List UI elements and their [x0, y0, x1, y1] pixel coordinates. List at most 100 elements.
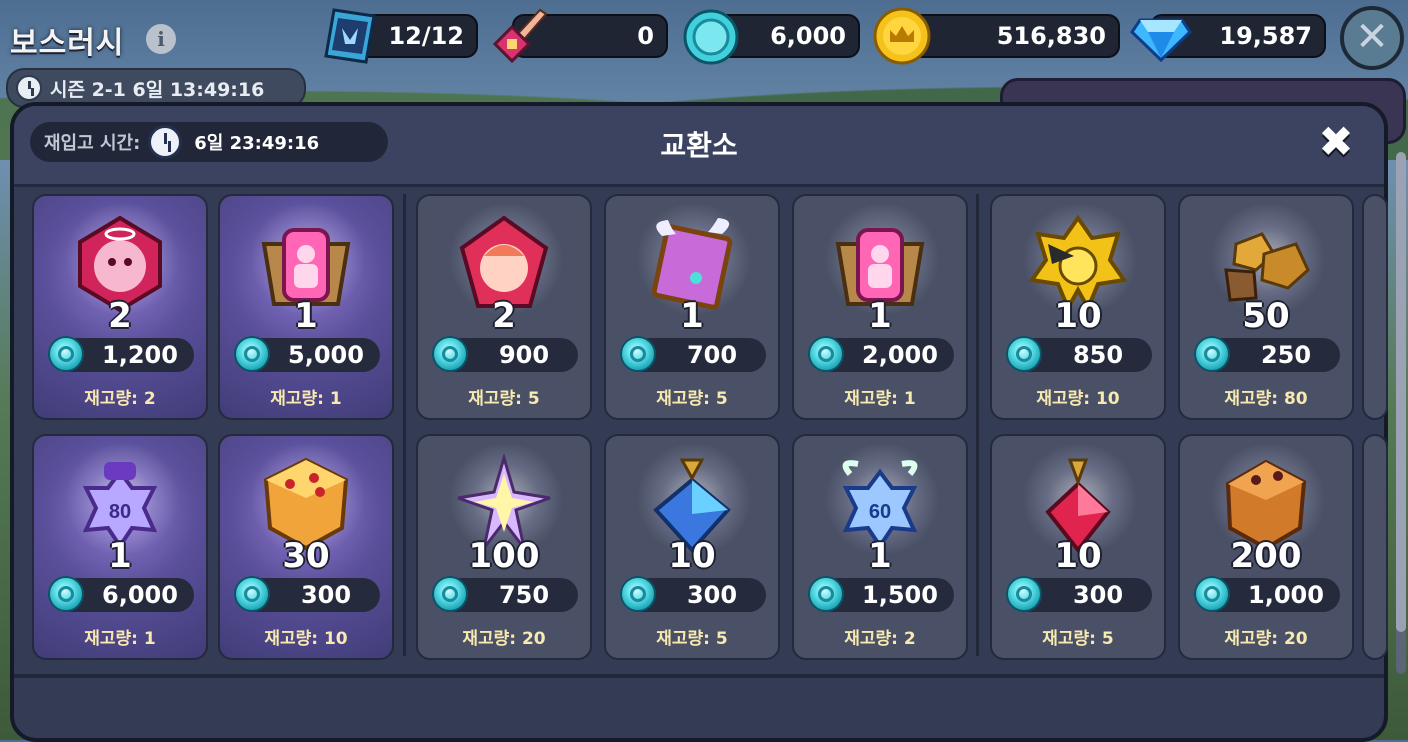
item-price: 900 — [498, 341, 550, 369]
price-tag: 1,500 — [808, 576, 954, 612]
price-tag: 1,200 — [48, 336, 194, 372]
modal-footer-divider — [14, 674, 1384, 678]
item-price: 300 — [1072, 581, 1124, 609]
price-tag: 300 — [1006, 576, 1152, 612]
item-price: 1,000 — [1248, 581, 1324, 609]
price-tag: 700 — [620, 336, 766, 372]
item-stock: 재고량: 80 — [1224, 389, 1308, 409]
item-stock: 재고량: 1 — [844, 389, 916, 409]
section-divider — [403, 194, 406, 656]
price-tag: 5,000 — [234, 336, 380, 372]
cyan-coin-icon — [1006, 336, 1042, 372]
item-stock: 재고량: 5 — [468, 389, 540, 409]
item-quantity: 1 — [680, 296, 704, 336]
item-quantity: 1 — [868, 296, 892, 336]
cyan-coin-icon — [432, 336, 468, 372]
item-price: 300 — [686, 581, 738, 609]
shop-item-card[interactable]: 10 850 재고량: 10 — [990, 194, 1166, 420]
price-tag: 300 — [234, 576, 380, 612]
diamond-icon — [1130, 18, 1192, 62]
shop-item-card[interactable]: 1 700 재고량: 5 — [604, 194, 780, 420]
item-stock: 재고량: 1 — [270, 389, 342, 409]
cyan-coin-icon — [48, 336, 84, 372]
shop-item-card[interactable]: 1 2,000 재고량: 1 — [792, 194, 968, 420]
shop-item-card[interactable]: 30 300 재고량: 10 — [218, 434, 394, 660]
resource-value: 0 — [637, 22, 654, 50]
price-tag: 900 — [432, 336, 578, 372]
item-quantity: 1 — [108, 536, 132, 576]
shop-item-card[interactable]: 50 250 재고량: 80 — [1178, 194, 1354, 420]
item-quantity: 1 — [868, 536, 892, 576]
modal-title: 교환소 — [660, 129, 738, 162]
price-tag: 750 — [432, 576, 578, 612]
modal-close-button[interactable]: ✖ — [1314, 120, 1358, 164]
item-stock: 재고량: 10 — [264, 629, 348, 649]
shop-item-card[interactable]: 100 750 재고량: 20 — [416, 434, 592, 660]
shop-item-card[interactable]: 2 900 재고량: 5 — [416, 194, 592, 420]
cyan-coin-icon — [808, 576, 844, 612]
item-quantity: 200 — [1230, 536, 1302, 576]
shop-item-card[interactable]: 2 1,200 재고량: 2 — [32, 194, 208, 420]
shop-item-card-partial[interactable] — [1362, 194, 1388, 420]
shop-item-card[interactable]: 200 1,000 재고량: 20 — [1178, 434, 1354, 660]
resource-value: 6,000 — [770, 22, 846, 50]
item-quantity: 10 — [1054, 296, 1102, 336]
item-price: 850 — [1072, 341, 1124, 369]
item-price: 1,200 — [102, 341, 178, 369]
resource-value: 12/12 — [388, 22, 464, 50]
item-quantity: 50 — [1242, 296, 1290, 336]
svg-text:80: 80 — [109, 501, 131, 523]
cyan-coin-icon — [1194, 336, 1230, 372]
cyan-coin-icon — [683, 9, 739, 65]
shop-item-card[interactable]: 10 300 재고량: 5 — [604, 434, 780, 660]
cyan-coin-icon — [234, 336, 270, 372]
item-price: 1,500 — [862, 581, 938, 609]
item-stock: 재고량: 1 — [84, 629, 156, 649]
item-quantity: 30 — [282, 536, 330, 576]
price-tag: 850 — [1006, 336, 1152, 372]
season-text: 시즌 2-1 6일 13:49:16 — [50, 78, 265, 101]
shop-item-card[interactable]: 10 300 재고량: 5 — [990, 434, 1166, 660]
close-button[interactable]: ✕ — [1340, 6, 1404, 70]
clock-icon — [16, 75, 42, 101]
close-icon: ✖ — [1318, 117, 1354, 166]
price-tag: 1,000 — [1194, 576, 1340, 612]
shop-item-card[interactable]: 1 5,000 재고량: 1 — [218, 194, 394, 420]
item-stock: 재고량: 20 — [1224, 629, 1308, 649]
scrollbar-thumb[interactable] — [1396, 152, 1406, 632]
resource-value: 516,830 — [996, 22, 1106, 50]
item-quantity: 100 — [468, 536, 540, 576]
item-price: 5,000 — [288, 341, 364, 369]
price-tag: 2,000 — [808, 336, 954, 372]
item-stock: 재고량: 5 — [1042, 629, 1114, 649]
price-tag: 6,000 — [48, 576, 194, 612]
close-icon: ✕ — [1355, 14, 1389, 60]
item-price: 6,000 — [102, 581, 178, 609]
item-quantity: 1 — [294, 296, 318, 336]
item-price: 700 — [686, 341, 738, 369]
shop-item-card[interactable]: 60 1 1,500 재고량: 2 — [792, 434, 968, 660]
page-title: 보스러시 — [10, 26, 125, 61]
shop-item-card-partial[interactable] — [1362, 434, 1388, 660]
svg-text:60: 60 — [869, 501, 891, 523]
cyan-coin-icon — [620, 336, 656, 372]
cyan-coin-icon — [1194, 576, 1230, 612]
item-price: 300 — [300, 581, 352, 609]
dragon-ticket-icon — [324, 8, 376, 64]
section-divider — [976, 194, 979, 656]
item-stock: 재고량: 20 — [462, 629, 546, 649]
item-price: 2,000 — [862, 341, 938, 369]
item-quantity: 10 — [1054, 536, 1102, 576]
info-icon[interactable]: i — [146, 24, 176, 54]
item-price: 750 — [498, 581, 550, 609]
price-tag: 250 — [1194, 336, 1340, 372]
item-price: 250 — [1260, 341, 1312, 369]
item-quantity: 2 — [492, 296, 516, 336]
shop-item-card[interactable]: 80 1 6,000 재고량: 1 — [32, 434, 208, 660]
cyan-coin-icon — [234, 576, 270, 612]
item-stock: 재고량: 10 — [1036, 389, 1120, 409]
item-stock: 재고량: 2 — [84, 389, 156, 409]
sword-icon — [492, 8, 548, 64]
item-quantity: 2 — [108, 296, 132, 336]
cyan-coin-icon — [432, 576, 468, 612]
